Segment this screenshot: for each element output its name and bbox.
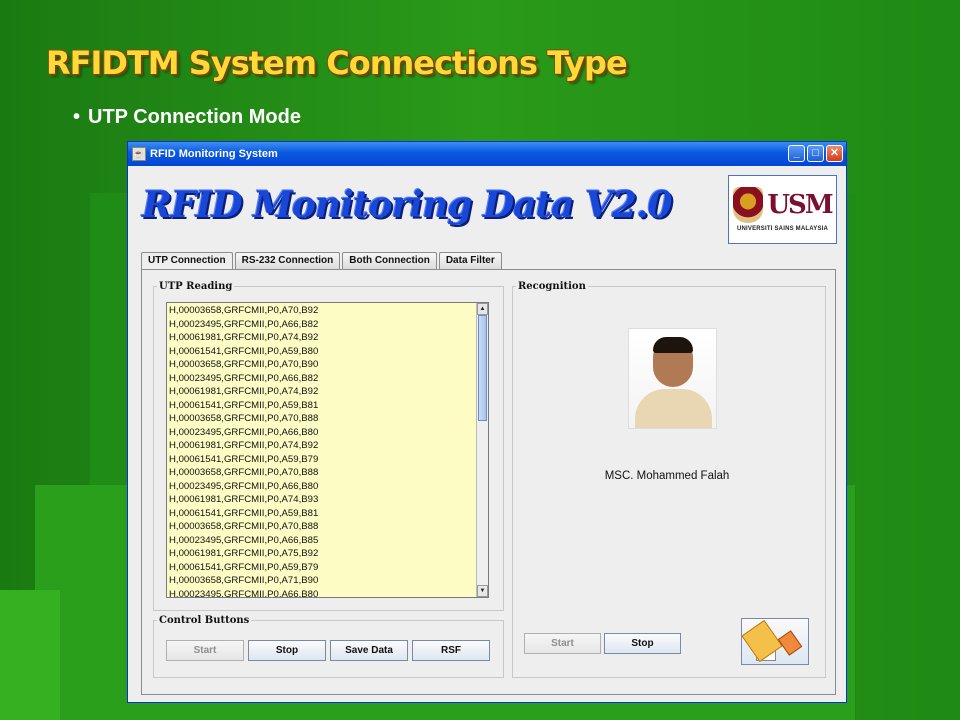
reading-line: H,00003658,GRFCMII,P0,A70,B90 — [169, 359, 319, 370]
save-data-button[interactable]: Save Data — [330, 640, 408, 661]
utp-reading-label: UTP Reading — [159, 281, 233, 292]
scroll-thumb[interactable] — [478, 315, 487, 421]
logo-caption: UNIVERSITI SAINS MALAYSIA — [736, 226, 829, 232]
logo-mark: USM — [767, 190, 833, 220]
brush-icon — [741, 619, 783, 663]
reading-line: H,00003658,GRFCMII,P0,A70,B88 — [169, 467, 319, 478]
recognized-name: MSC. Mohammed Falah — [604, 470, 730, 482]
window-controls: _ □ ✕ — [788, 145, 843, 162]
brush-small-icon — [777, 630, 803, 656]
usm-logo: USM UNIVERSITI SAINS MALAYSIA — [728, 175, 837, 244]
recognition-stop-button[interactable]: Stop — [604, 633, 681, 654]
tab-both-connection[interactable]: Both Connection — [342, 252, 437, 269]
reading-lines: H,00003658,GRFCMII,P0,A70,B92 H,00023495,… — [167, 303, 488, 598]
crest-icon — [733, 187, 764, 223]
utp-reading-group: UTP Reading H,00003658,GRFCMII,P0,A70,B9… — [153, 281, 504, 611]
reading-line: H,00061981,GRFCMII,P0,A75,B92 — [169, 548, 319, 559]
person-photo — [628, 328, 717, 429]
reading-line: H,00003658,GRFCMII,P0,A71,B90 — [169, 575, 319, 586]
recognition-start-button[interactable]: Start — [524, 633, 601, 654]
scroll-up-icon[interactable]: ▲ — [477, 303, 488, 315]
tab-utp-connection[interactable]: UTP Connection — [141, 252, 233, 270]
window-titlebar[interactable]: ☕ RFID Monitoring System _ □ ✕ — [128, 142, 846, 166]
close-button[interactable]: ✕ — [826, 145, 843, 162]
reading-line: H,00061981,GRFCMII,P0,A74,B93 — [169, 494, 319, 505]
reading-line: H,00023495,GRFCMII,P0,A66,B82 — [169, 372, 319, 384]
tab-data-filter[interactable]: Data Filter — [438, 252, 502, 269]
tab-bar: UTP Connection RS-232 Connection Both Co… — [141, 252, 504, 270]
stop-button[interactable]: Stop — [248, 640, 326, 661]
clear-brush-icon[interactable] — [741, 618, 809, 665]
background-panel — [0, 590, 60, 720]
reading-line: H,00003658,GRFCMII,P0,A70,B88 — [169, 521, 319, 532]
reading-line: H,00023495,GRFCMII,P0,A66,B80 — [169, 426, 319, 438]
window-title: RFID Monitoring System — [150, 148, 278, 160]
minimize-button[interactable]: _ — [788, 145, 805, 162]
app-window: ☕ RFID Monitoring System _ □ ✕ RFID Moni… — [127, 141, 847, 703]
slide-title: RFIDTM System Connections Type — [46, 44, 628, 82]
reading-line: H,00023495,GRFCMII,P0,A66,B82 — [169, 318, 319, 330]
tab-rs232-connection[interactable]: RS-232 Connection — [234, 252, 341, 269]
java-app-icon: ☕ — [132, 147, 146, 161]
reading-line: H,00061541,GRFCMII,P0,A59,B81 — [169, 399, 319, 411]
reading-line: H,00061541,GRFCMII,P0,A59,B79 — [169, 453, 319, 465]
utp-reading-textarea[interactable]: H,00003658,GRFCMII,P0,A70,B92 H,00023495,… — [166, 302, 489, 598]
window-client: RFID Monitoring Data V2.0 USM UNIVERSITI… — [128, 166, 846, 702]
reading-line: H,00003658,GRFCMII,P0,A70,B92 — [169, 305, 319, 316]
logo-row: USM — [733, 187, 834, 223]
reading-line: H,00061541,GRFCMII,P0,A59,B79 — [169, 561, 319, 573]
start-button[interactable]: Start — [166, 640, 244, 661]
reading-line: H,00061541,GRFCMII,P0,A59,B80 — [169, 345, 319, 357]
slide-bullet: • UTP Connection Mode — [73, 106, 301, 129]
control-buttons-label: Control Buttons — [159, 615, 250, 626]
bullet-text: UTP Connection Mode — [88, 106, 301, 128]
control-buttons-group: Control Buttons Start Stop Save Data RSF — [153, 615, 504, 678]
maximize-button[interactable]: □ — [807, 145, 824, 162]
app-header-title: RFID Monitoring Data V2.0 — [142, 184, 673, 226]
reading-line: H,00061981,GRFCMII,P0,A74,B92 — [169, 440, 319, 451]
scroll-down-icon[interactable]: ▼ — [477, 585, 488, 597]
reading-line: H,00023495,GRFCMII,P0,A66,B80 — [169, 588, 319, 598]
rsf-button[interactable]: RSF — [412, 640, 490, 661]
tab-pane: UTP Reading H,00003658,GRFCMII,P0,A70,B9… — [141, 269, 836, 695]
recognition-label: Recognition — [518, 281, 586, 292]
reading-line: H,00023495,GRFCMII,P0,A66,B80 — [169, 480, 319, 492]
reading-line: H,00023495,GRFCMII,P0,A66,B85 — [169, 534, 319, 546]
recognition-group: Recognition MSC. Mohammed Falah Start St… — [512, 281, 826, 678]
reading-line: H,00061981,GRFCMII,P0,A74,B92 — [169, 332, 319, 343]
photo-hair — [653, 337, 693, 353]
bullet-dot: • — [73, 106, 81, 128]
photo-body — [635, 389, 712, 428]
reading-line: H,00003658,GRFCMII,P0,A70,B88 — [169, 413, 319, 424]
reading-line: H,00061541,GRFCMII,P0,A59,B81 — [169, 507, 319, 519]
reading-line: H,00061981,GRFCMII,P0,A74,B92 — [169, 386, 319, 397]
vertical-scrollbar[interactable]: ▲ ▼ — [476, 303, 488, 597]
